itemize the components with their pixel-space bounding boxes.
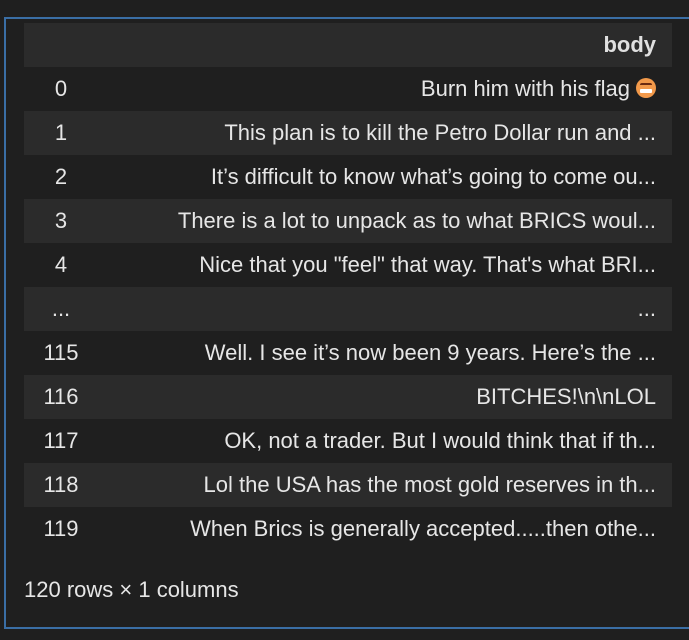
row-value: OK, not a trader. But I would think that… <box>98 419 672 463</box>
row-index: 116 <box>24 375 98 419</box>
dataframe-table: body 0 Burn him with his flag 1 This pla… <box>24 23 672 551</box>
row-value-text: Burn him with his flag <box>420 76 630 101</box>
row-value: This plan is to kill the Petro Dollar ru… <box>98 111 672 155</box>
table-header-row: body <box>24 23 672 67</box>
row-index: 2 <box>24 155 98 199</box>
table-row: 3 There is a lot to unpack as to what BR… <box>24 199 672 243</box>
table-row: 118 Lol the USA has the most gold reserv… <box>24 463 672 507</box>
table-row-ellipsis: ... ... <box>24 287 672 331</box>
row-index: 115 <box>24 331 98 375</box>
table-row: 116 BITCHES!\n\nLOL <box>24 375 672 419</box>
row-value: ... <box>98 287 672 331</box>
index-header <box>24 23 98 67</box>
row-value: Well. I see it’s now been 9 years. Here’… <box>98 331 672 375</box>
row-index: 0 <box>24 67 98 111</box>
table-row: 119 When Brics is generally accepted....… <box>24 507 672 551</box>
row-value: It’s difficult to know what’s going to c… <box>98 155 672 199</box>
row-value: Lol the USA has the most gold reserves i… <box>98 463 672 507</box>
table-row: 117 OK, not a trader. But I would think … <box>24 419 672 463</box>
table-row: 2 It’s difficult to know what’s going to… <box>24 155 672 199</box>
row-value: There is a lot to unpack as to what BRIC… <box>98 199 672 243</box>
table-row: 0 Burn him with his flag <box>24 67 672 111</box>
row-index: 1 <box>24 111 98 155</box>
row-value: Nice that you "feel" that way. That's wh… <box>98 243 672 287</box>
angry-face-icon <box>636 78 656 98</box>
row-index: ... <box>24 287 98 331</box>
row-index: 4 <box>24 243 98 287</box>
column-header-body: body <box>98 23 672 67</box>
row-value: Burn him with his flag <box>98 67 672 111</box>
row-index: 118 <box>24 463 98 507</box>
output-cell: body 0 Burn him with his flag 1 This pla… <box>4 17 689 629</box>
table-row: 1 This plan is to kill the Petro Dollar … <box>24 111 672 155</box>
table-row: 115 Well. I see it’s now been 9 years. H… <box>24 331 672 375</box>
row-index: 3 <box>24 199 98 243</box>
table-row: 4 Nice that you "feel" that way. That's … <box>24 243 672 287</box>
dataframe-shape-summary: 120 rows × 1 columns <box>24 577 239 602</box>
row-index: 117 <box>24 419 98 463</box>
row-value: When Brics is generally accepted.....the… <box>98 507 672 551</box>
row-value: BITCHES!\n\nLOL <box>98 375 672 419</box>
row-index: 119 <box>24 507 98 551</box>
